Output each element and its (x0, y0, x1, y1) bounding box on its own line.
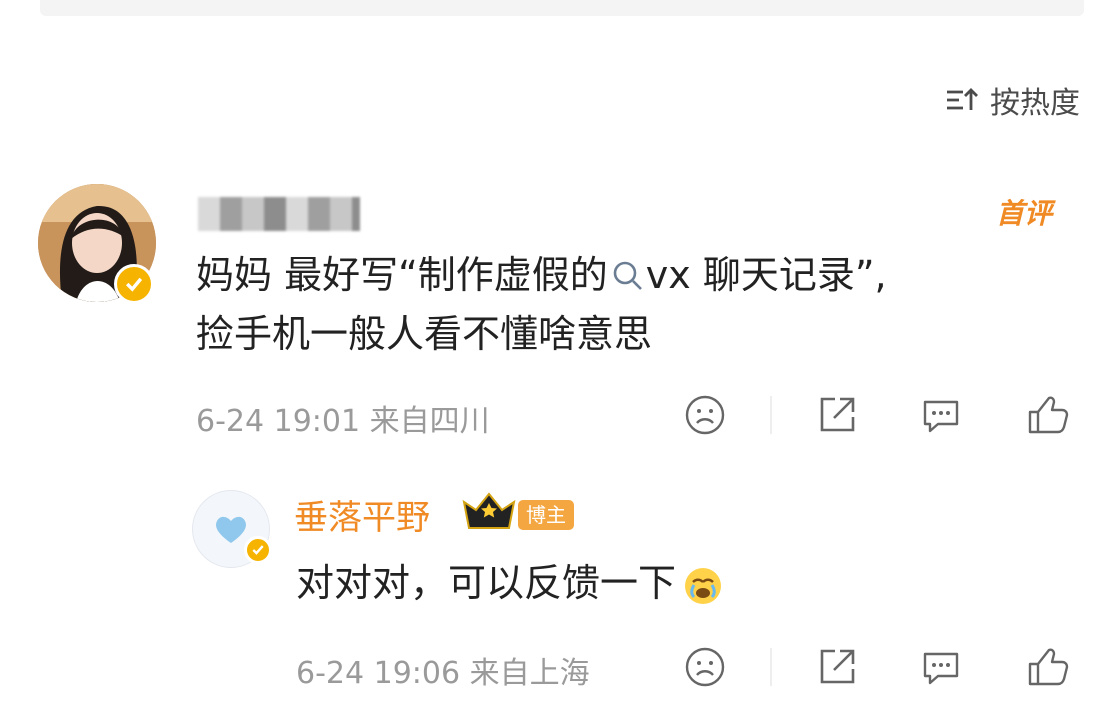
search-link[interactable]: vx 聊天记录 (646, 253, 855, 297)
reply-actions (682, 644, 1070, 690)
like-icon[interactable] (1024, 392, 1070, 438)
share-icon[interactable] (814, 392, 860, 438)
action-divider (770, 648, 772, 686)
sort-by-heat-button[interactable]: 按热度 (944, 78, 1080, 122)
sort-icon (947, 88, 978, 110)
comment-location: 来自四川 (369, 404, 490, 439)
first-comment-tag: 首评 (996, 197, 1053, 230)
crying-emoji-icon (685, 567, 722, 604)
comment-icon[interactable] (918, 644, 964, 690)
sad-face-icon[interactable] (682, 392, 728, 438)
blurred-username (198, 197, 360, 231)
comment-meta: 6-24 19:01 来自四川 (196, 396, 490, 440)
search-icon (613, 261, 642, 290)
top-card-edge (40, 0, 1084, 16)
reply-username[interactable]: 垂落平野 (294, 490, 430, 539)
reply-content: 对对对，可以反馈一下 (296, 552, 724, 607)
comment-icon[interactable] (918, 392, 964, 438)
reply-location: 来自上海 (469, 656, 590, 691)
comment-content: 妈妈 最好写“制作虚假的 vx 聊天记录”, 捡手机一般人看不懂啥意思 (196, 253, 887, 356)
like-icon[interactable] (1024, 644, 1070, 690)
host-tag: 博主 (518, 500, 574, 530)
sort-label: 按热度 (990, 86, 1080, 121)
sad-face-icon[interactable] (682, 644, 728, 690)
verified-icon (114, 264, 154, 304)
heart-icon (216, 516, 246, 543)
reply-time: 6-24 19:06 (296, 656, 461, 691)
share-icon[interactable] (814, 644, 860, 690)
comment-actions (682, 392, 1070, 438)
action-divider (770, 396, 772, 434)
reply-meta: 6-24 19:06 来自上海 (296, 648, 590, 692)
verified-icon (244, 536, 272, 564)
crown-icon (462, 492, 516, 529)
comment-time: 6-24 19:01 (196, 404, 361, 439)
